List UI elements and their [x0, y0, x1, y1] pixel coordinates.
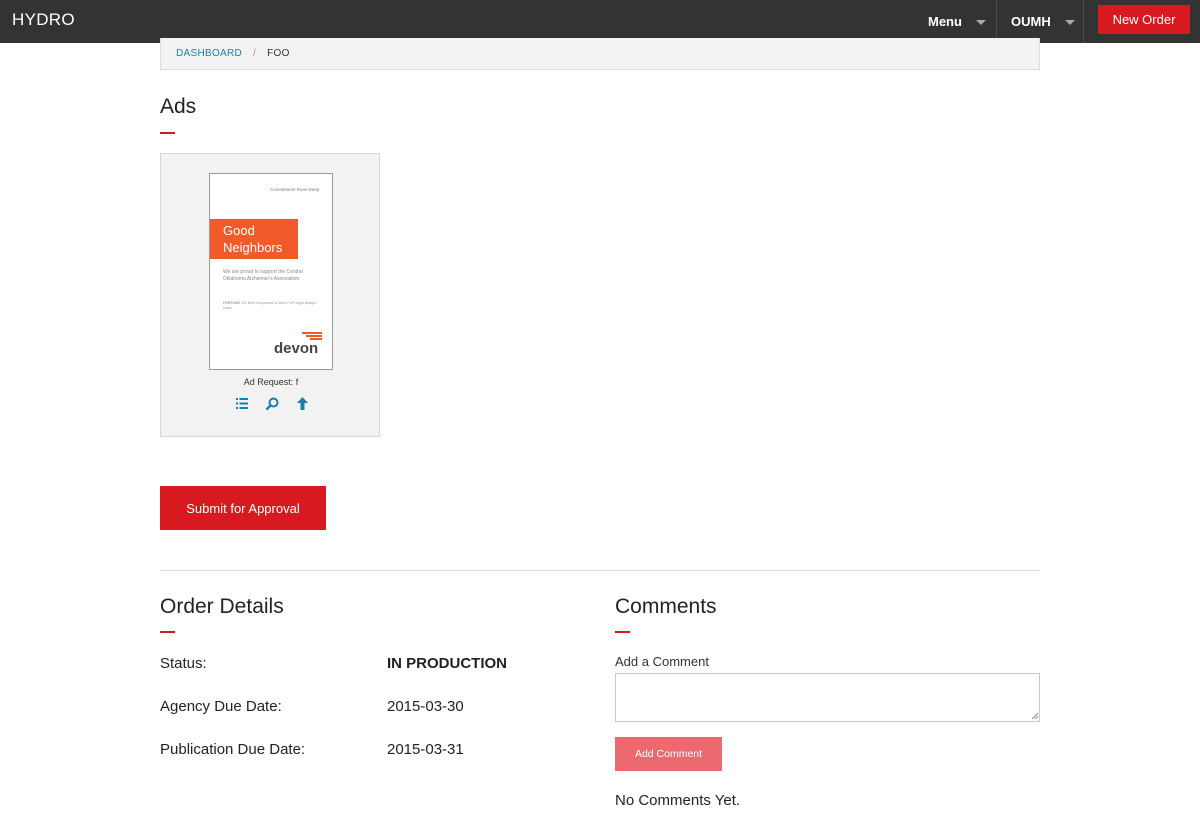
breadcrumb: DASHBOARD / FOO	[160, 38, 1040, 70]
breadcrumb-current: FOO	[267, 48, 290, 59]
top-navbar: HYDRO Menu OUMH New Order	[0, 0, 1200, 43]
resize-grip-icon[interactable]	[1031, 712, 1039, 720]
heading-underline	[615, 631, 630, 633]
heading-underline	[160, 631, 175, 633]
brand-logo[interactable]: HYDRO	[12, 10, 75, 30]
agency-due-date-label: Agency Due Date:	[160, 698, 282, 715]
publication-due-date-label: Publication Due Date:	[160, 741, 306, 758]
section-divider	[160, 570, 1040, 571]
heading-underline	[160, 132, 175, 134]
agency-due-date-value: 2015-03-30	[387, 698, 464, 715]
devon-logo-mark	[302, 332, 322, 340]
publication-due-date-value: 2015-03-31	[387, 741, 464, 758]
ad-fine-print: FORTUNE 100 Best Companies to Work For® …	[223, 301, 323, 311]
add-comment-button[interactable]: Add Comment	[615, 737, 722, 771]
status-value: IN PRODUCTION	[387, 655, 507, 672]
ad-tagline: Commitment Runs Deep	[270, 187, 320, 192]
ad-body-copy: We are proud to support the Central Okla…	[223, 269, 303, 282]
account-dropdown[interactable]: OUMH	[996, 0, 1084, 43]
caret-down-icon	[1064, 20, 1075, 25]
status-label: Status:	[160, 655, 207, 672]
ads-heading: Ads	[160, 95, 197, 118]
ad-fine-print-bold: FORTUNE	[223, 301, 240, 305]
menu-label: Menu	[928, 14, 962, 29]
search-icon[interactable]	[263, 394, 281, 412]
breadcrumb-separator: /	[253, 48, 257, 59]
ad-actions	[233, 394, 313, 412]
ad-headline-line-1: Good	[223, 223, 255, 238]
comments-heading: Comments	[615, 595, 717, 618]
no-comments-text: No Comments Yet.	[615, 792, 741, 809]
upload-icon[interactable]	[293, 394, 311, 412]
breadcrumb-dashboard-link[interactable]: DASHBOARD	[176, 48, 242, 59]
ad-headline: Good Neighbors	[210, 219, 298, 259]
account-label: OUMH	[1011, 14, 1051, 29]
ad-caption: Ad Request: f	[243, 377, 299, 387]
ad-thumbnail[interactable]: Commitment Runs Deep Good Neighbors We a…	[209, 173, 333, 370]
devon-logo: devon	[274, 340, 319, 357]
comment-textarea[interactable]	[615, 673, 1040, 722]
ad-headline-line-2: Neighbors	[223, 240, 283, 255]
menu-dropdown[interactable]: Menu	[912, 0, 996, 43]
ad-card: Commitment Runs Deep Good Neighbors We a…	[160, 153, 380, 437]
order-details-heading: Order Details	[160, 595, 284, 618]
new-order-button[interactable]: New Order	[1098, 5, 1190, 34]
submit-for-approval-button[interactable]: Submit for Approval	[160, 486, 326, 530]
caret-down-icon	[975, 20, 986, 25]
list-icon[interactable]	[233, 394, 251, 412]
add-comment-label: Add a Comment	[615, 654, 709, 669]
